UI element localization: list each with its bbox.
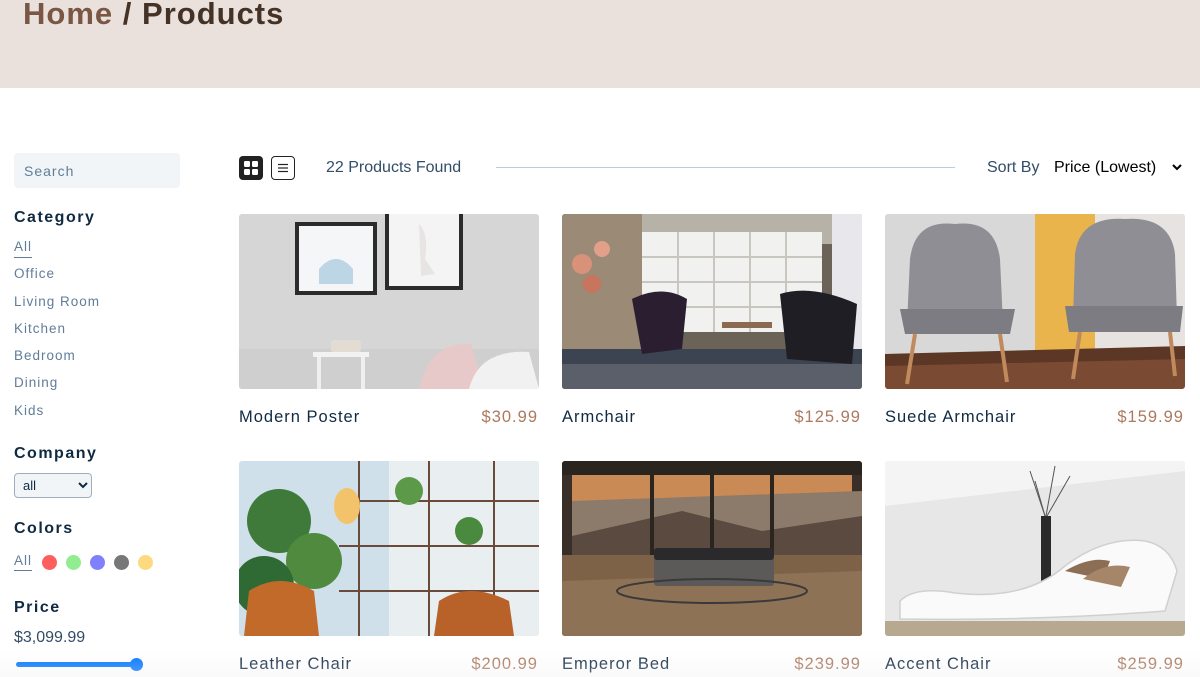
price-slider-track — [16, 662, 136, 667]
breadcrumb-current: Products — [142, 0, 285, 31]
page-hero: Home / Products — [0, 0, 1200, 88]
category-item-label: Kitchen — [14, 320, 67, 336]
category-item-label: Bedroom — [14, 348, 76, 364]
product-card[interactable]: Suede Armchair $159.99 — [885, 214, 1185, 426]
category-list: All Office Living Room Kitchen Bedroom D… — [14, 238, 174, 429]
product-name: Modern Poster — [239, 408, 361, 426]
product-price: $125.99 — [794, 408, 861, 426]
product-image[interactable] — [239, 461, 539, 636]
category-heading: Category — [14, 209, 96, 226]
product-name: Emperor Bed — [562, 655, 671, 673]
category-item-label: Dining — [14, 375, 59, 391]
company-select[interactable]: all — [14, 473, 92, 498]
product-price: $200.99 — [471, 655, 538, 673]
price-heading: Price — [14, 599, 61, 616]
list-view-icon — [278, 163, 288, 173]
category-item-label: Kids — [14, 402, 45, 418]
price-value: $3,099.99 — [14, 629, 86, 646]
sort-label: Sort By — [987, 159, 1040, 176]
product-price: $259.99 — [1117, 655, 1184, 673]
product-image[interactable] — [885, 214, 1185, 389]
breadcrumb-separator: / — [122, 0, 133, 31]
product-name: Leather Chair — [239, 655, 352, 673]
color-all-button[interactable]: All — [14, 553, 33, 571]
product-name: Suede Armchair — [885, 408, 1017, 426]
color-swatch-blue[interactable] — [90, 554, 106, 570]
price-slider[interactable] — [16, 658, 144, 671]
color-swatch-red[interactable] — [42, 554, 58, 570]
search-input[interactable] — [14, 153, 180, 188]
product-card[interactable]: Accent Chair $259.99 — [885, 461, 1185, 673]
breadcrumb-home-link[interactable]: Home — [23, 0, 113, 31]
category-item-bedroom[interactable]: Bedroom — [14, 347, 174, 374]
color-swatch-green[interactable] — [66, 554, 82, 570]
color-filter: All — [14, 553, 162, 571]
color-swatch-gray[interactable] — [114, 554, 130, 570]
colors-heading: Colors — [14, 520, 74, 537]
price-slider-thumb[interactable] — [130, 658, 143, 671]
product-card[interactable]: Modern Poster $30.99 — [239, 214, 539, 426]
category-item-kitchen[interactable]: Kitchen — [14, 320, 174, 347]
category-item-dining[interactable]: Dining — [14, 374, 174, 401]
product-price: $30.99 — [481, 408, 538, 426]
color-swatch-yellow[interactable] — [138, 554, 154, 570]
category-item-office[interactable]: Office — [14, 265, 174, 292]
product-price: $239.99 — [794, 655, 861, 673]
product-card[interactable]: Leather Chair $200.99 — [239, 461, 539, 673]
product-image[interactable] — [562, 214, 862, 389]
category-item-living-room[interactable]: Living Room — [14, 293, 174, 320]
list-view-button[interactable] — [271, 156, 295, 180]
product-name: Armchair — [562, 408, 637, 426]
category-item-label: All — [14, 239, 33, 258]
category-item-all[interactable]: All — [14, 238, 174, 265]
product-card[interactable]: Emperor Bed $239.99 — [562, 461, 862, 673]
product-image[interactable] — [562, 461, 862, 636]
grid-view-button[interactable] — [239, 156, 263, 180]
grid-view-icon — [244, 161, 258, 175]
product-image[interactable] — [885, 461, 1185, 636]
category-item-kids[interactable]: Kids — [14, 402, 174, 429]
product-image[interactable] — [239, 214, 539, 389]
product-price: $159.99 — [1117, 408, 1184, 426]
product-card[interactable]: Armchair $125.99 — [562, 214, 862, 426]
category-item-label: Living Room — [14, 293, 101, 309]
toolbar-divider — [496, 167, 955, 168]
products-found-count: 22 Products Found — [326, 159, 462, 176]
category-item-label: Office — [14, 266, 56, 282]
product-name: Accent Chair — [885, 655, 992, 673]
breadcrumb: Home / Products — [23, 0, 284, 32]
sort-select[interactable]: Price (Lowest) — [1050, 155, 1185, 180]
company-heading: Company — [14, 445, 98, 462]
